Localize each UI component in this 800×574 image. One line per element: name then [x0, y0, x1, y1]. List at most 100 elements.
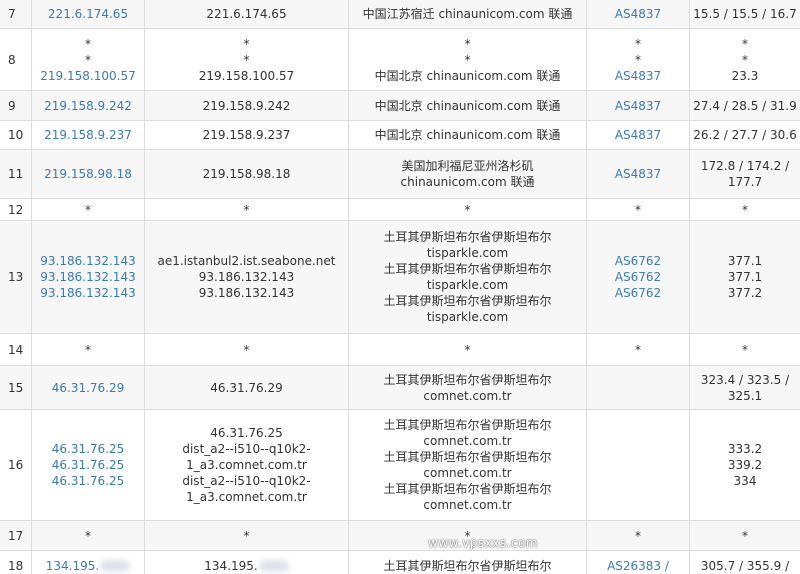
cell-text: 土耳其伊斯坦布尔省伊斯坦布尔	[383, 450, 552, 464]
asn-link[interactable]: AS4837	[615, 127, 661, 143]
cell-text: ae1.istanbul2.ist.seabone.net	[157, 254, 336, 268]
cell-text: 46.31.76.29	[210, 380, 283, 395]
ip-cell: 221.6.174.65	[31, 0, 144, 28]
cell-text: 134.195.	[204, 558, 258, 573]
location-cell: * * 中国北京 chinaunicom.com 联通	[348, 29, 586, 90]
asn-cell	[586, 410, 689, 520]
cell-text: 土耳其伊斯坦布尔省伊斯坦布尔	[383, 230, 552, 244]
table-row: 9 219.158.9.242 219.158.9.242 中国北京 chinauni…	[0, 91, 800, 121]
asn-link[interactable]: AS4837	[615, 68, 661, 84]
ip-link[interactable]: 93.186.132.143	[40, 269, 135, 285]
ip-link[interactable]: 46.31.76.25	[52, 457, 125, 473]
cell-text: 219.158.100.57	[198, 68, 295, 83]
asn-link[interactable]: AS6762	[615, 285, 661, 301]
cell-text: 土耳其伊斯坦布尔省伊斯坦布尔	[383, 262, 552, 276]
cell-text: 中国北京 chinaunicom.com 联通	[374, 68, 561, 83]
cell-text: 27.4 / 28.5 / 31.9	[693, 98, 797, 113]
location-cell: 土耳其伊斯坦布尔省伊斯坦布尔 comnet.com.tr 土耳其伊斯坦布尔省伊斯坦布…	[348, 410, 586, 520]
ip-link[interactable]: 134.195.	[46, 559, 99, 573]
location-cell: 中国江苏宿迁 chinaunicom.com 联通	[348, 0, 586, 28]
cell-text: *	[464, 36, 471, 51]
cell-text: 219.158.98.18	[202, 167, 291, 181]
asn-cell: AS6762 AS6762 AS6762	[586, 221, 689, 333]
asn-link[interactable]: AS4837	[615, 98, 661, 114]
cell-text: *	[464, 52, 471, 67]
location-cell: 中国北京 chinaunicom.com 联通	[348, 91, 586, 120]
cell-text: *	[635, 342, 641, 357]
cell-text: *	[742, 36, 748, 51]
cell-text: 中国北京 chinaunicom.com 联通	[374, 98, 561, 113]
asn-link[interactable]: AS6762	[615, 253, 661, 269]
asn-link[interactable]: AS26383 /	[607, 558, 669, 574]
hop-number: 15	[8, 380, 24, 395]
asn-cell: *	[586, 521, 689, 550]
cell-text: *	[742, 342, 748, 357]
ip-link[interactable]: 219.158.9.237	[44, 127, 132, 143]
asn-cell	[586, 366, 689, 409]
ip-cell: 219.158.9.237	[31, 121, 144, 149]
asn-cell: AS4837	[586, 0, 689, 28]
cell-text: *	[635, 528, 641, 543]
cell-text: *	[85, 342, 91, 357]
cell-text: comnet.com.tr	[423, 466, 512, 480]
cell-text: dist_a2--i510--q10k2-	[182, 442, 311, 456]
asn-link[interactable]: AS6762	[615, 269, 661, 285]
cell-text: *	[243, 52, 250, 67]
asn-link[interactable]: AS4837	[615, 6, 661, 22]
table-row: 15 46.31.76.29 46.31.76.29 土耳其伊斯坦布尔省伊斯坦布尔 co…	[0, 366, 800, 410]
ip-link[interactable]: 46.31.76.29	[52, 380, 125, 396]
location-cell: 中国北京 chinaunicom.com 联通	[348, 121, 586, 149]
cell-text: 172.8 / 174.2 /	[700, 159, 790, 173]
hostname-cell: * * 219.158.100.57	[144, 29, 348, 90]
ip-link[interactable]: 219.158.9.242	[44, 98, 132, 114]
ip-link[interactable]: 219.158.98.18	[44, 166, 132, 182]
cell-text: 中国北京 chinaunicom.com 联通	[374, 128, 561, 142]
redacted-line[interactable]: 134.195.	[46, 558, 131, 574]
cell-text: dist_a2--i510--q10k2-	[182, 474, 311, 488]
cell-text: 23.3	[731, 68, 759, 83]
ip-cell: 46.31.76.29	[31, 366, 144, 409]
rtt-cell: 323.4 / 323.5 /325.1	[689, 366, 800, 409]
cell-text: 46.31.76.25	[210, 426, 283, 440]
cell-text: 中国江苏宿迁 chinaunicom.com 联通	[362, 7, 573, 21]
ip-link[interactable]: 46.31.76.25	[52, 441, 125, 457]
rtt-cell: *	[689, 199, 800, 220]
rtt-cell: 172.8 / 174.2 / 177.7	[689, 150, 800, 198]
rtt-cell: * * 23.3	[689, 29, 800, 90]
asn-cell: *	[586, 199, 689, 220]
cell-text: 土耳其伊斯坦布尔省伊斯坦布尔	[383, 418, 552, 432]
cell-text: *	[742, 52, 748, 67]
ip-cell: 219.158.9.242	[31, 91, 144, 120]
cell-text: 334	[733, 474, 757, 488]
table-row: 13 93.186.132.143 93.186.132.143 93.186.132…	[0, 221, 800, 334]
asn-link[interactable]: AS4837	[615, 166, 661, 182]
hop-number: 16	[8, 458, 24, 472]
cell-text: 377.2	[727, 286, 763, 300]
cell-text: *	[635, 36, 641, 51]
table-row: 18 134.195. 134.195. 土耳其伊斯坦布尔省伊斯坦布尔 AS26383 …	[0, 551, 800, 574]
cell-text: 305.7 / 355.9 /	[700, 558, 790, 573]
table-row: 12 * * * * *	[0, 199, 800, 221]
hostname-cell: 46.31.76.25 dist_a2--i510--q10k2- 1_a3.com…	[144, 410, 348, 520]
table-row: 14 * * * * *	[0, 334, 800, 366]
cell-text: *	[635, 202, 641, 217]
ip-link[interactable]: 219.158.100.57	[40, 68, 135, 84]
hostname-cell: 219.158.9.237	[144, 121, 348, 149]
hostname-cell: 46.31.76.29	[144, 366, 348, 409]
table-row: 16 46.31.76.25 46.31.76.25 46.31.76.25 46.31…	[0, 410, 800, 521]
redacted-line: 134.195.	[204, 558, 289, 574]
table-row: 8 * * 219.158.100.57 * * 219.158.100.57 * * 中国北京 …	[0, 29, 800, 91]
asn-cell: AS4837	[586, 121, 689, 149]
hop-number: 10	[8, 128, 24, 142]
cell-text: *	[85, 52, 91, 67]
ip-link[interactable]: 93.186.132.143	[40, 285, 135, 301]
rtt-cell: 305.7 / 355.9 /	[689, 551, 800, 574]
ip-link[interactable]: 46.31.76.25	[52, 473, 125, 489]
cell-text: 26.2 / 27.7 / 30.6	[693, 128, 797, 142]
hop-number: 8	[8, 52, 16, 67]
traceroute-table: 7 221.6.174.65 221.6.174.65 中国江苏宿迁 chinauni…	[0, 0, 800, 574]
watermark: www.vpsxxs.com	[428, 536, 539, 550]
hostname-cell: *	[144, 199, 348, 220]
ip-link[interactable]: 93.186.132.143	[40, 253, 135, 269]
ip-link[interactable]: 221.6.174.65	[48, 6, 128, 22]
